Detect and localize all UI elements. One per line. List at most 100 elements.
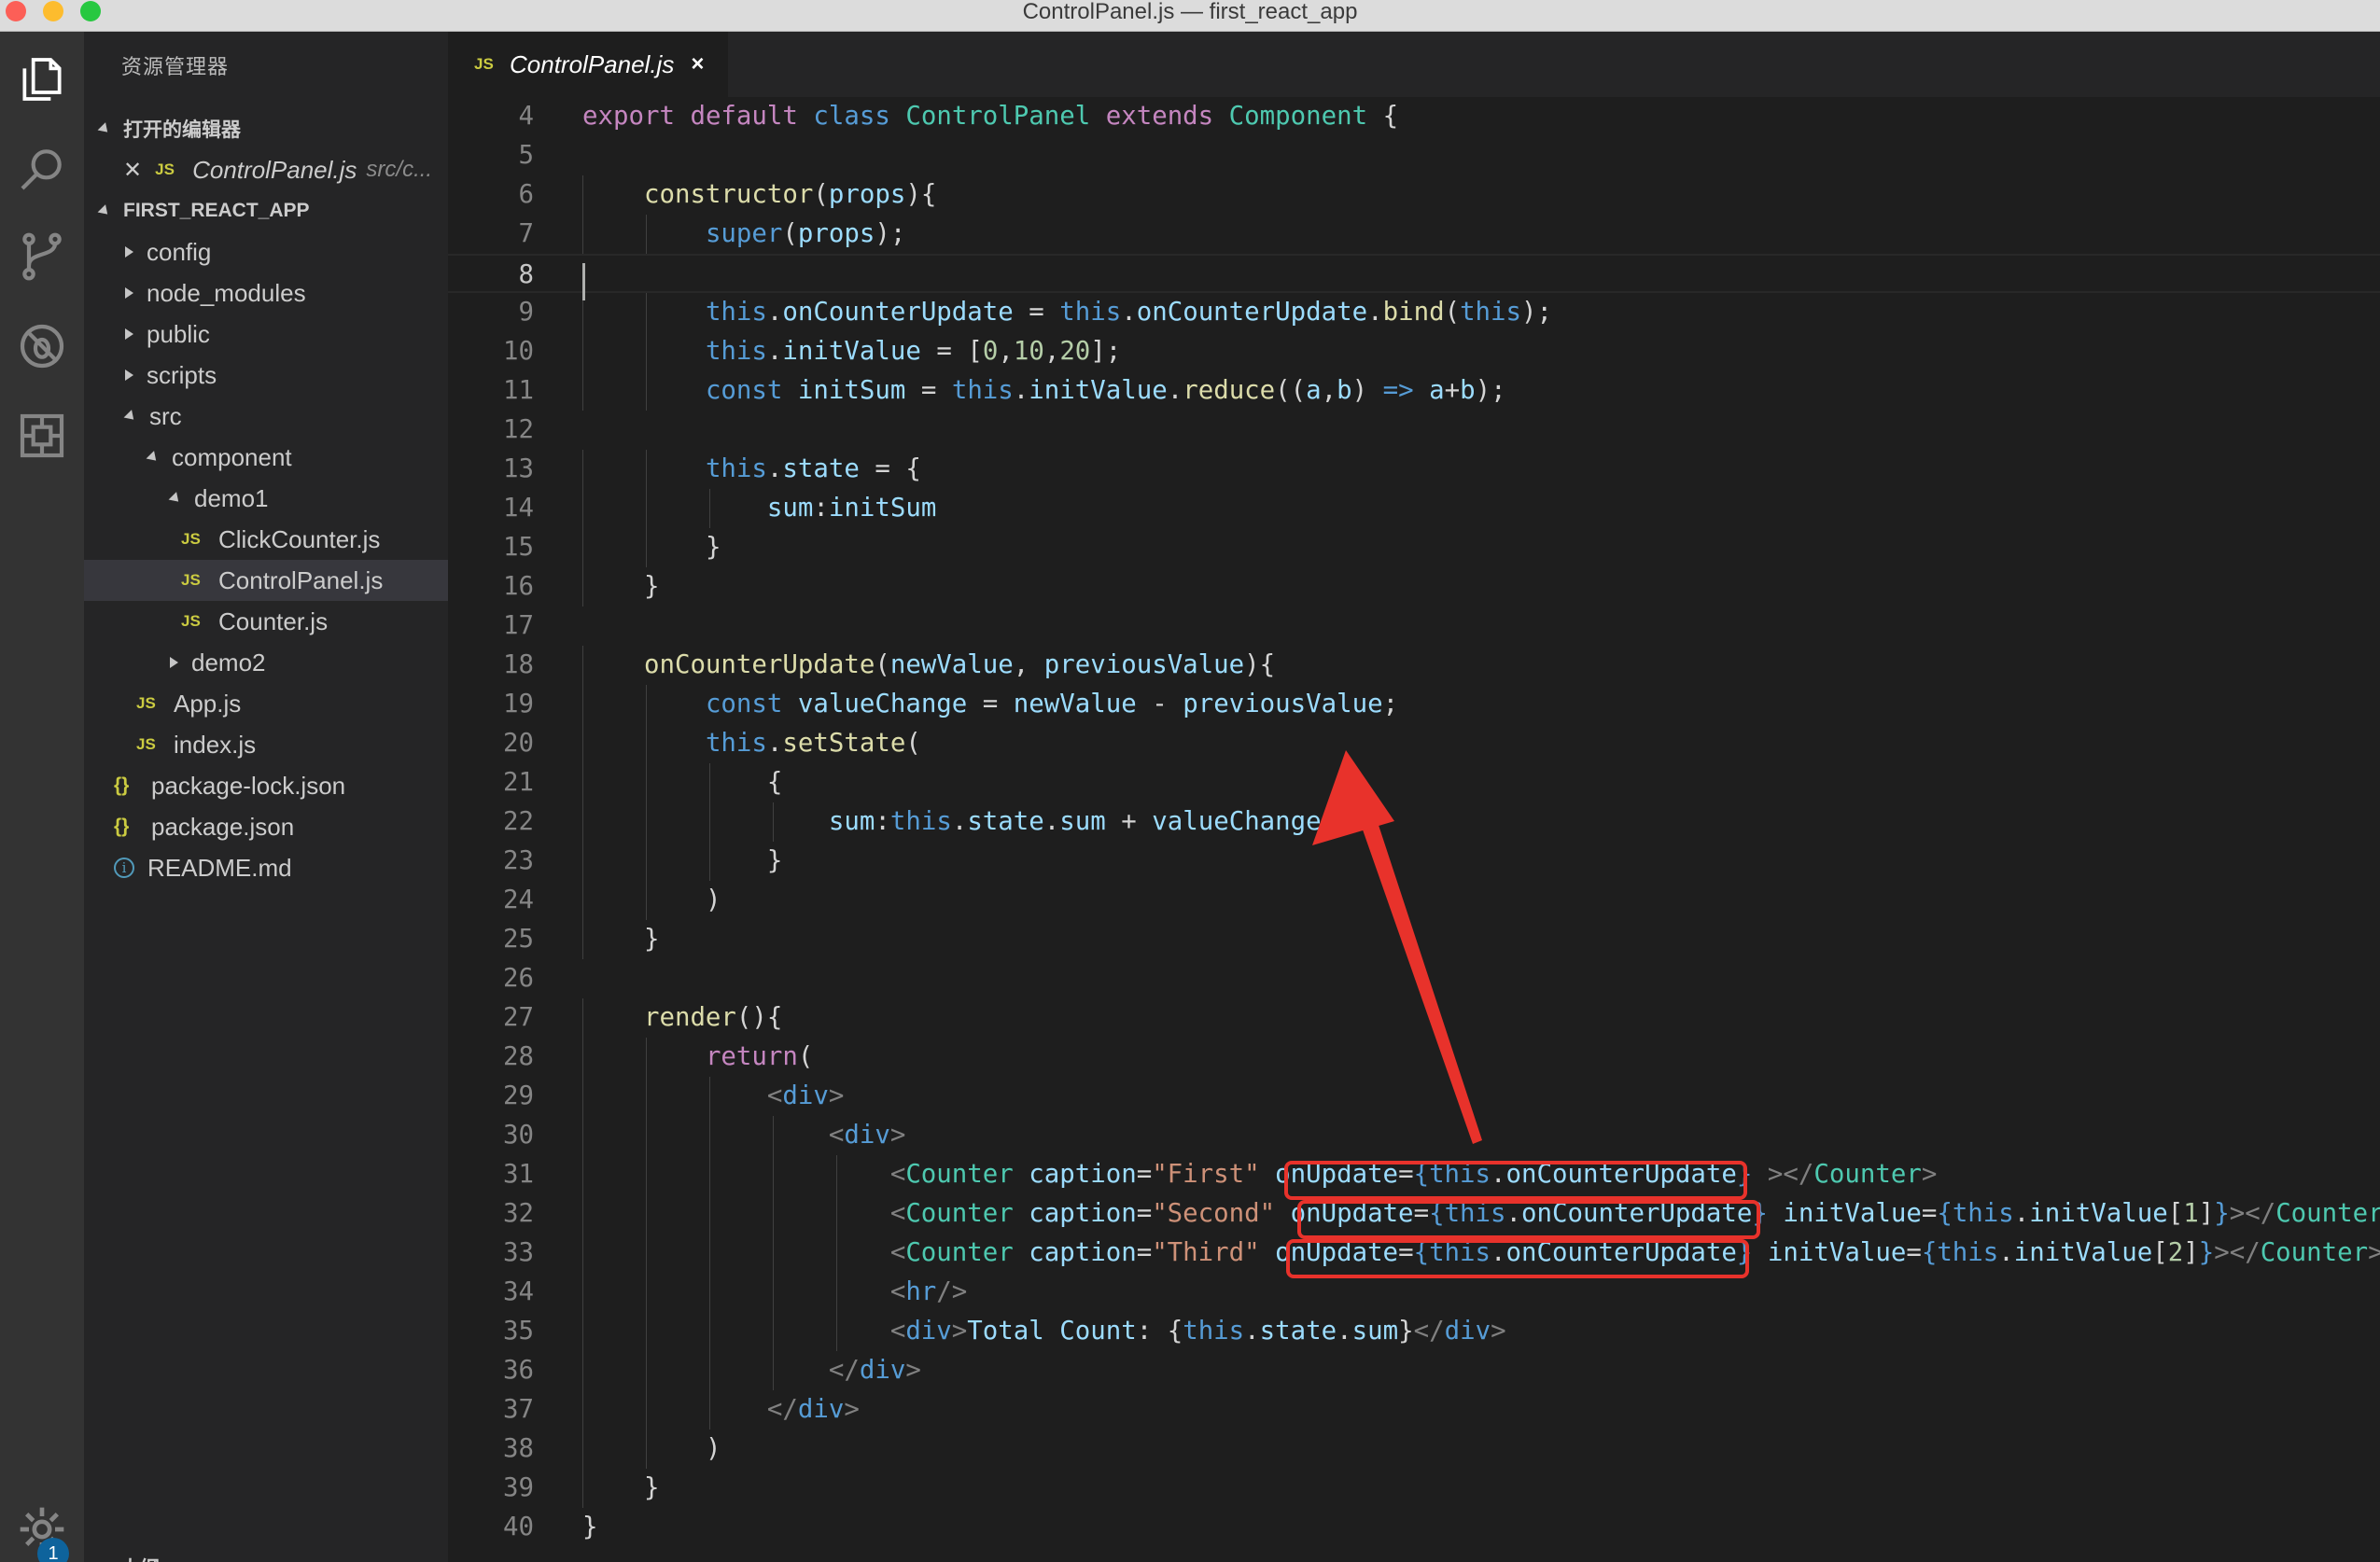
tree-item-package-lock[interactable]: {} package-lock.json [84, 765, 448, 806]
source-control-icon[interactable] [0, 215, 84, 299]
code-line[interactable]: 37 </div> [448, 1390, 2380, 1430]
line-number[interactable]: 31 [448, 1155, 534, 1194]
code-line[interactable]: 39 } [448, 1469, 2380, 1508]
line-number[interactable]: 32 [448, 1194, 534, 1234]
extensions-icon[interactable] [0, 394, 84, 478]
line-number[interactable]: 9 [448, 293, 535, 332]
line-number[interactable]: 26 [448, 959, 534, 998]
line-number[interactable]: 36 [448, 1351, 534, 1390]
code-line[interactable]: 27 render(){ [448, 998, 2380, 1038]
code-line[interactable]: 13 this.state = { [448, 450, 2380, 489]
line-number[interactable]: 27 [448, 998, 534, 1038]
tree-item-clickcounter[interactable]: JS ClickCounter.js [84, 519, 448, 560]
tree-item-demo1[interactable]: demo1 [84, 478, 448, 519]
tree-item-node-modules[interactable]: node_modules [84, 272, 448, 314]
code-line[interactable]: 22 sum:this.state.sum + valueChange [448, 802, 2380, 842]
code-line[interactable]: 17 [448, 607, 2380, 646]
code-line[interactable]: 6 constructor(props){ [448, 175, 2380, 215]
code-line[interactable]: 7 super(props); [448, 215, 2380, 254]
tree-item-readme[interactable]: i README.md [84, 847, 448, 888]
close-icon[interactable]: × [691, 51, 704, 77]
line-number[interactable]: 35 [448, 1312, 534, 1351]
line-number[interactable]: 21 [448, 763, 534, 802]
line-number[interactable]: 20 [448, 724, 534, 763]
code-editor[interactable]: 40} 39 } 38 ) 37 </div> 36 </div> 35 <div>Tot… [448, 97, 2380, 1562]
code-line[interactable]: 19 const valueChange = newValue - previo… [448, 685, 2380, 724]
line-number[interactable]: 34 [448, 1273, 534, 1312]
code-line[interactable]: 34 <hr/> [448, 1273, 2380, 1312]
code-line[interactable]: 9 this.onCounterUpdate = this.onCounterU… [448, 293, 2380, 332]
tree-item-controlpanel[interactable]: JS ControlPanel.js [84, 560, 448, 601]
code-line[interactable]: 35 <div>Total Count: {this.state.sum}</d… [448, 1312, 2380, 1351]
line-number[interactable]: 19 [448, 685, 534, 724]
code-line[interactable]: 21 { [448, 763, 2380, 802]
line-number[interactable]: 37 [448, 1390, 534, 1430]
line-number[interactable]: 28 [448, 1038, 534, 1077]
line-number[interactable]: 40 [448, 1508, 534, 1547]
line-number[interactable]: 6 [448, 175, 535, 215]
open-editor-item[interactable]: ✕ JS ControlPanel.js src/c... [84, 149, 448, 190]
code-line[interactable]: 14 sum:initSum [448, 489, 2380, 528]
debug-icon[interactable] [0, 304, 84, 388]
code-line[interactable]: 15 } [448, 528, 2380, 567]
line-number[interactable]: 30 [448, 1116, 534, 1155]
line-number[interactable]: 38 [448, 1430, 534, 1469]
code-line[interactable]: 28 return( [448, 1038, 2380, 1077]
open-editors-section[interactable]: 打开的编辑器 [84, 108, 448, 149]
code-line[interactable]: 23 } [448, 842, 2380, 881]
line-number[interactable]: 23 [448, 842, 534, 881]
code-line[interactable]: 18 onCounterUpdate(newValue, previousVal… [448, 646, 2380, 685]
line-number[interactable]: 15 [448, 528, 534, 567]
line-number[interactable]: 7 [448, 215, 535, 254]
code-line[interactable]: 5 [448, 136, 2380, 175]
line-number[interactable]: 39 [448, 1469, 534, 1508]
tree-item-config[interactable]: config [84, 231, 448, 272]
tree-item-index[interactable]: JS index.js [84, 724, 448, 765]
code-line[interactable]: 24 ) [448, 881, 2380, 920]
line-number[interactable]: 14 [448, 489, 534, 528]
line-number[interactable]: 16 [448, 567, 534, 607]
line-number[interactable]: 22 [448, 802, 534, 842]
code-line[interactable]: 8 [448, 254, 2380, 293]
line-number[interactable]: 18 [448, 646, 534, 685]
line-number[interactable]: 5 [448, 136, 535, 175]
code-line[interactable]: 11 const initSum = this.initValue.reduce… [448, 371, 2380, 411]
outline-section[interactable]: 大纲 [84, 1547, 448, 1562]
line-number[interactable]: 10 [448, 332, 534, 371]
explorer-icon[interactable] [0, 37, 84, 121]
line-number[interactable]: 8 [448, 256, 535, 295]
tree-item-public[interactable]: public [84, 314, 448, 355]
line-number[interactable]: 12 [448, 411, 534, 450]
line-number[interactable]: 29 [448, 1077, 534, 1116]
line-number[interactable]: 13 [448, 450, 534, 489]
code-line[interactable]: 38 ) [448, 1430, 2380, 1469]
tree-item-src[interactable]: src [84, 396, 448, 437]
tab-controlpanel[interactable]: JS ControlPanel.js × [448, 32, 728, 97]
code-line[interactable]: 20 this.setState( [448, 724, 2380, 763]
code-line[interactable]: 25 } [448, 920, 2380, 959]
code-line[interactable]: 4 export default class ControlPanel exten… [448, 97, 2380, 136]
line-number[interactable]: 25 [448, 920, 534, 959]
tree-item-demo2[interactable]: demo2 [84, 642, 448, 683]
code-line[interactable]: 40} [448, 1508, 2380, 1547]
code-line[interactable]: 10 this.initValue = [0,10,20]; [448, 332, 2380, 371]
line-number[interactable]: 24 [448, 881, 534, 920]
tree-item-component[interactable]: component [84, 437, 448, 478]
project-section[interactable]: FIRST_REACT_APP [84, 190, 448, 231]
tree-item-app[interactable]: JS App.js [84, 683, 448, 724]
tree-item-scripts[interactable]: scripts [84, 355, 448, 396]
code-line[interactable]: 29 <div> [448, 1077, 2380, 1116]
close-icon[interactable]: ✕ [123, 157, 142, 184]
line-number[interactable]: 33 [448, 1234, 534, 1273]
code-line[interactable]: 30 <div> [448, 1116, 2380, 1155]
line-number[interactable]: 11 [448, 371, 534, 411]
code-line[interactable]: 12 [448, 411, 2380, 450]
search-icon[interactable] [0, 127, 84, 211]
tree-item-counter[interactable]: JS Counter.js [84, 601, 448, 642]
code-line[interactable]: 26 [448, 959, 2380, 998]
line-number[interactable]: 4 [448, 97, 535, 136]
code-line[interactable]: 16 } [448, 567, 2380, 607]
line-number[interactable]: 17 [448, 607, 534, 646]
code-line[interactable]: 36 </div> [448, 1351, 2380, 1390]
tree-item-package[interactable]: {} package.json [84, 806, 448, 847]
